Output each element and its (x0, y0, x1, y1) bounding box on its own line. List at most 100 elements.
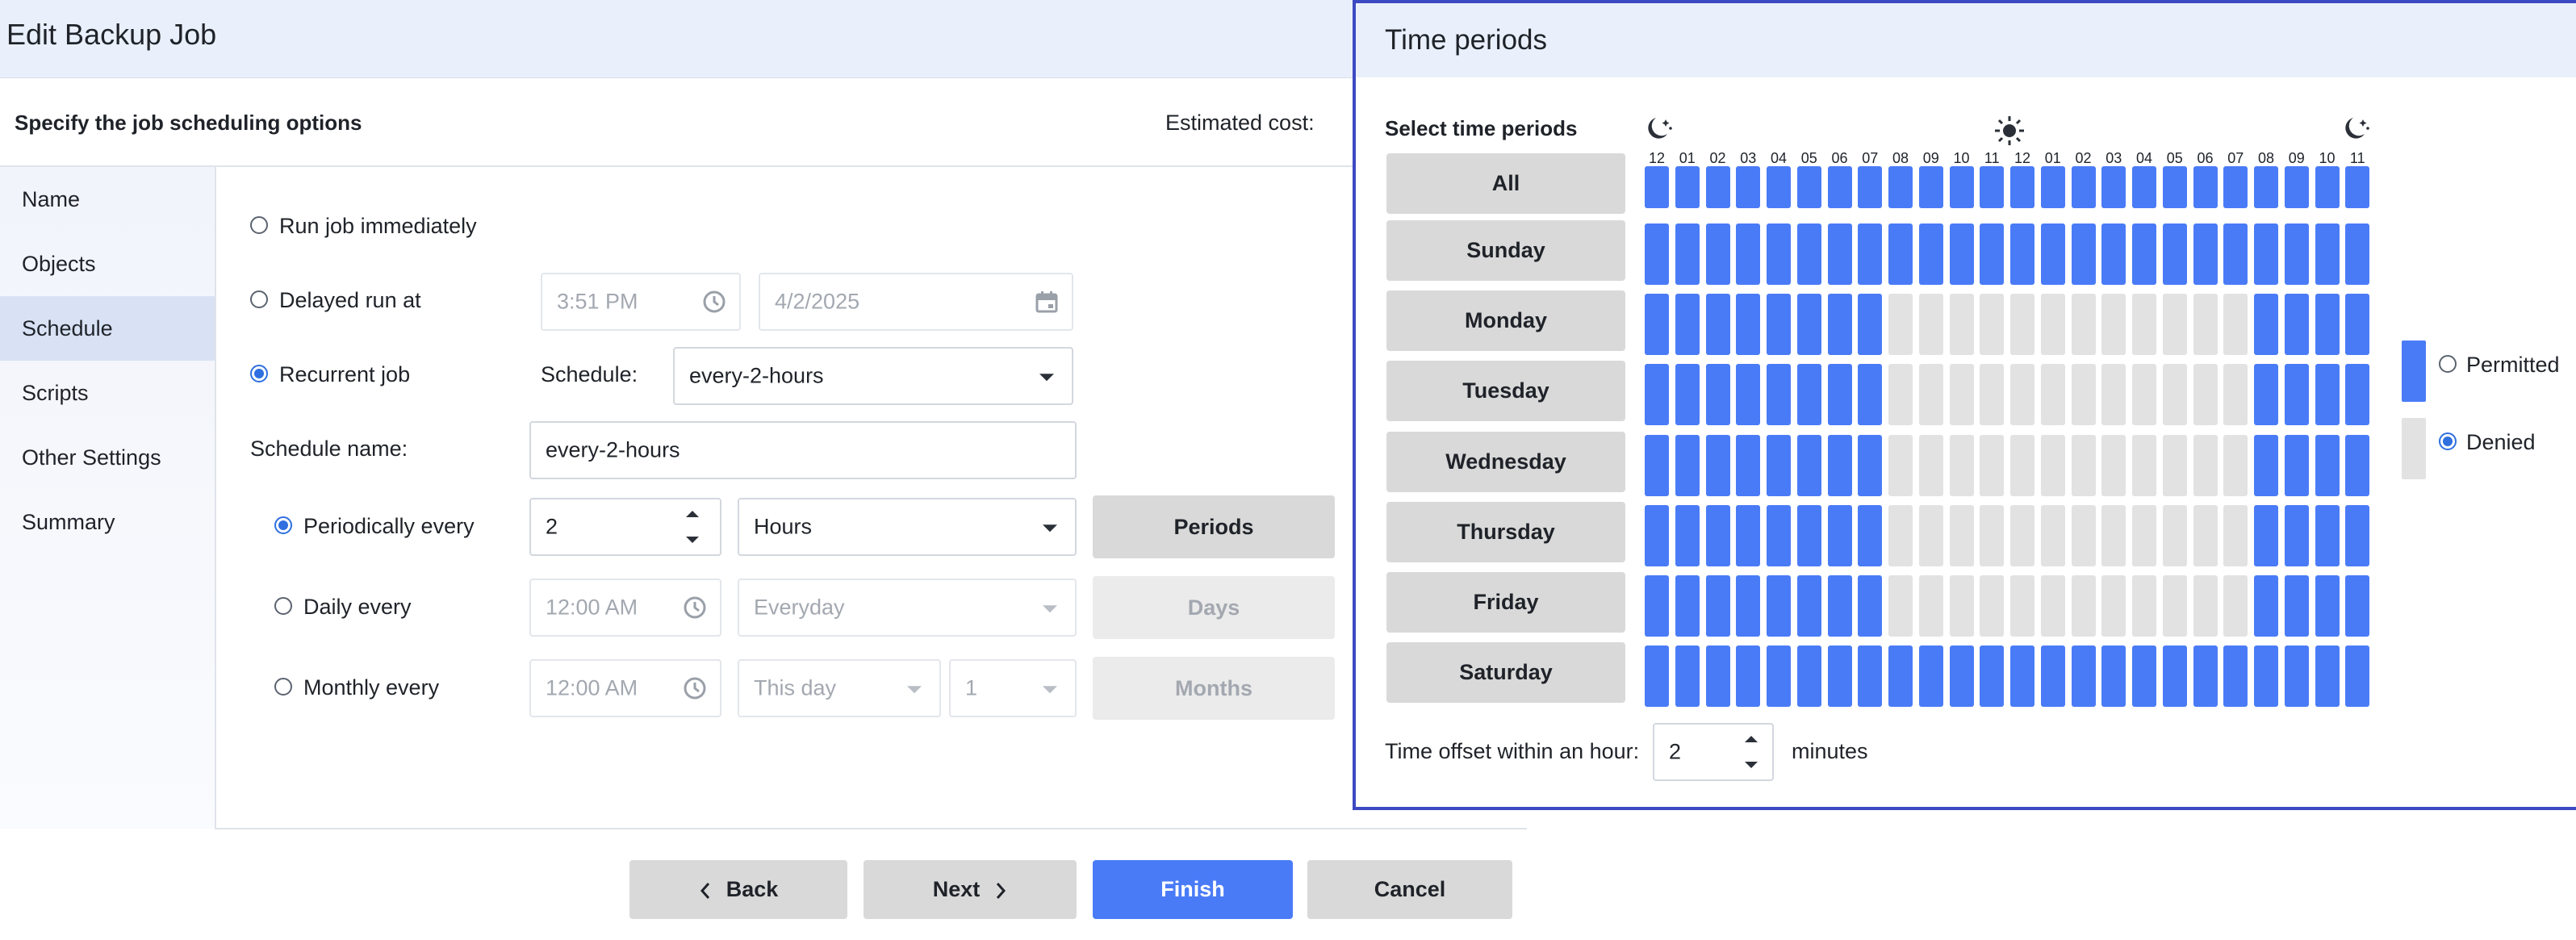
time-cell-denied[interactable] (2101, 575, 2126, 637)
time-cell-denied[interactable] (1949, 575, 1974, 637)
hour-column-toggle[interactable] (2193, 166, 2218, 208)
day-button-saturday[interactable]: Saturday (1386, 642, 1625, 704)
time-cell-permitted[interactable] (2254, 224, 2278, 285)
time-cell-denied[interactable] (2193, 575, 2218, 637)
spin-up-icon[interactable] (1745, 736, 1758, 742)
time-cell-permitted[interactable] (1736, 224, 1761, 285)
hour-label[interactable]: 11 (1978, 150, 2005, 167)
time-cell-permitted[interactable] (1949, 645, 1974, 708)
day-button-tuesday[interactable]: Tuesday (1386, 361, 1625, 422)
time-cell-permitted[interactable] (1736, 434, 1761, 496)
months-button[interactable]: Months (1093, 657, 1335, 720)
hour-label[interactable]: 06 (1826, 150, 1854, 167)
time-cell-permitted[interactable] (1767, 224, 1791, 285)
time-cell-permitted[interactable] (1827, 224, 1852, 285)
time-cell-permitted[interactable] (1827, 434, 1852, 496)
time-cell-denied[interactable] (2071, 575, 2096, 637)
hour-label[interactable]: 05 (1796, 150, 1823, 167)
spin-down-icon[interactable] (686, 537, 699, 543)
time-cell-denied[interactable] (2193, 364, 2218, 426)
time-cell-permitted[interactable] (2223, 224, 2248, 285)
hour-column-toggle[interactable] (1705, 166, 1730, 208)
time-cell-permitted[interactable] (1796, 224, 1821, 285)
time-cell-permitted[interactable] (1736, 294, 1761, 356)
sidebar-item-other-settings[interactable]: Other Settings (0, 425, 215, 490)
time-cell-permitted[interactable] (1705, 645, 1730, 708)
time-cell-permitted[interactable] (2193, 645, 2218, 708)
time-cell-denied[interactable] (1918, 575, 1943, 637)
time-cell-permitted[interactable] (2345, 504, 2370, 566)
schedule-name-input[interactable]: every-2-hours (529, 421, 1077, 479)
time-cell-permitted[interactable] (2254, 294, 2278, 356)
time-cell-permitted[interactable] (1705, 364, 1730, 426)
time-cell-permitted[interactable] (1645, 434, 1669, 496)
time-cell-denied[interactable] (1980, 504, 2005, 566)
time-cell-permitted[interactable] (2345, 575, 2370, 637)
day-button-monday[interactable]: Monday (1386, 290, 1625, 352)
time-cell-denied[interactable] (1949, 504, 1974, 566)
hour-column-toggle[interactable] (1949, 166, 1974, 208)
time-cell-denied[interactable] (2193, 294, 2218, 356)
time-cell-permitted[interactable] (1767, 434, 1791, 496)
time-cell-permitted[interactable] (2315, 434, 2340, 496)
time-cell-permitted[interactable] (1796, 364, 1821, 426)
time-cell-permitted[interactable] (1645, 504, 1669, 566)
hour-label[interactable]: 01 (1674, 150, 1701, 167)
time-cell-permitted[interactable] (1796, 575, 1821, 637)
period-unit-select[interactable]: Hours (738, 498, 1077, 556)
time-cell-permitted[interactable] (2040, 645, 2065, 708)
time-cell-permitted[interactable] (2254, 434, 2278, 496)
hour-column-toggle[interactable] (1918, 166, 1943, 208)
sidebar-item-objects[interactable]: Objects (0, 232, 215, 296)
time-cell-permitted[interactable] (1736, 645, 1761, 708)
time-cell-permitted[interactable] (2193, 224, 2218, 285)
hour-label[interactable]: 03 (1734, 150, 1762, 167)
time-cell-permitted[interactable] (1858, 645, 1883, 708)
time-cell-denied[interactable] (2132, 294, 2156, 356)
time-cell-denied[interactable] (2193, 504, 2218, 566)
back-button[interactable]: Back (629, 860, 847, 919)
monthly-day-option-select[interactable]: This day (738, 659, 941, 717)
time-cell-denied[interactable] (2162, 575, 2187, 637)
hour-column-toggle[interactable] (2162, 166, 2187, 208)
hour-column-toggle[interactable] (2254, 166, 2278, 208)
time-cell-denied[interactable] (2101, 294, 2126, 356)
hour-column-toggle[interactable] (2010, 166, 2034, 208)
time-cell-permitted[interactable] (1980, 645, 2005, 708)
time-cell-denied[interactable] (1888, 504, 1913, 566)
hour-column-toggle[interactable] (1675, 166, 1700, 208)
time-cell-denied[interactable] (2010, 294, 2034, 356)
monthly-time-field[interactable]: 12:00 AM (529, 659, 721, 717)
time-cell-denied[interactable] (1918, 504, 1943, 566)
time-cell-permitted[interactable] (1827, 364, 1852, 426)
time-cell-permitted[interactable] (2010, 224, 2034, 285)
time-cell-permitted[interactable] (1918, 224, 1943, 285)
time-cell-permitted[interactable] (2162, 645, 2187, 708)
time-cell-permitted[interactable] (2162, 224, 2187, 285)
time-cell-denied[interactable] (1949, 364, 1974, 426)
time-cell-permitted[interactable] (1675, 645, 1700, 708)
time-cell-permitted[interactable] (1645, 224, 1669, 285)
time-cell-permitted[interactable] (1918, 645, 1943, 708)
hour-column-toggle[interactable] (2284, 166, 2309, 208)
schedule-select[interactable]: every-2-hours (673, 347, 1073, 405)
time-cell-permitted[interactable] (1858, 364, 1883, 426)
time-cell-permitted[interactable] (1858, 504, 1883, 566)
time-cell-permitted[interactable] (2345, 645, 2370, 708)
hour-column-toggle[interactable] (2040, 166, 2065, 208)
time-cell-denied[interactable] (2040, 364, 2065, 426)
time-cell-denied[interactable] (1888, 575, 1913, 637)
time-offset-stepper[interactable]: 2 (1653, 723, 1774, 781)
time-cell-denied[interactable] (1949, 434, 1974, 496)
time-cell-permitted[interactable] (1705, 294, 1730, 356)
time-cell-permitted[interactable] (2315, 224, 2340, 285)
time-cell-permitted[interactable] (1796, 645, 1821, 708)
hour-column-toggle[interactable] (1858, 166, 1883, 208)
next-button[interactable]: Next (864, 860, 1077, 919)
time-cell-denied[interactable] (2162, 434, 2187, 496)
time-cell-denied[interactable] (2223, 434, 2248, 496)
time-cell-denied[interactable] (2071, 434, 2096, 496)
time-cell-permitted[interactable] (1675, 364, 1700, 426)
hour-column-toggle[interactable] (2345, 166, 2370, 208)
hour-column-toggle[interactable] (2101, 166, 2126, 208)
